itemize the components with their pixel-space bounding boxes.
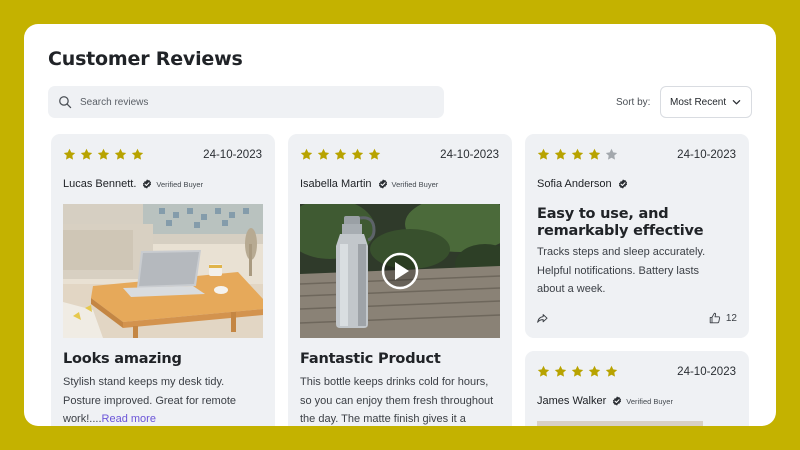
rating-stars (537, 365, 618, 378)
review-date: 24-10-2023 (203, 149, 262, 161)
verified-badge-icon (612, 396, 622, 406)
review-body-line: about a week. (537, 283, 606, 295)
reviews-panel: Customer Reviews Sort by: Most Recent 24… (24, 24, 776, 426)
review-body: Stylish stand keeps my desk tidy. Postur… (63, 373, 236, 426)
reviewer-name: Sofia Anderson (537, 178, 612, 190)
review-body-line: Posture improved. Great for remote (63, 394, 237, 407)
star-filled-icon (571, 148, 584, 160)
review-card: 24-10-2023 Isabella Martin Verified Buye… (288, 134, 512, 426)
review-card: 24-10-2023 Sofia Anderson Easy to use, a… (525, 134, 749, 338)
verified-badge-icon (378, 179, 388, 189)
star-filled-icon (351, 148, 364, 160)
like-count: 12 (725, 312, 737, 324)
like-button[interactable]: 12 (709, 312, 737, 324)
share-icon[interactable] (536, 312, 549, 325)
star-filled-icon (537, 148, 550, 160)
verified-buyer-label: Verified Buyer (156, 179, 204, 189)
star-filled-icon (334, 148, 347, 160)
page-title: Customer Reviews (48, 48, 243, 70)
star-filled-icon (131, 148, 144, 160)
reviewer: James Walker Verified Buyer (537, 395, 673, 407)
search-bar[interactable] (48, 86, 444, 118)
star-filled-icon (605, 365, 618, 377)
review-body: Tracks steps and sleep accurately. Helpf… (537, 243, 705, 299)
chevron-down-icon (732, 98, 741, 107)
verified-badge-icon (142, 179, 152, 189)
star-empty-icon (605, 148, 618, 160)
search-icon (58, 95, 72, 109)
review-body-line: work!.... (63, 413, 102, 425)
verified-buyer-label: Verified Buyer (626, 396, 673, 406)
star-filled-icon (537, 365, 550, 377)
sort-label: Sort by: (616, 97, 651, 108)
rating-stars (63, 148, 144, 161)
review-body-line: the day. The matte finish gives it a (300, 413, 466, 425)
star-filled-icon (554, 365, 567, 377)
review-date: 24-10-2023 (677, 149, 736, 161)
star-filled-icon (554, 148, 567, 160)
rating-stars (537, 148, 618, 161)
reviewer: Sofia Anderson (537, 178, 628, 190)
star-filled-icon (317, 148, 330, 160)
reviewer-name: James Walker (537, 395, 607, 407)
review-card: 24-10-2023 James Walker Verified Buyer (525, 351, 749, 426)
review-body-line: Helpful notifications. Battery lasts (537, 264, 700, 277)
verified-badge-icon (618, 179, 628, 189)
star-filled-icon (588, 365, 601, 377)
review-date: 24-10-2023 (677, 366, 736, 378)
sort-dropdown[interactable]: Most Recent (660, 86, 752, 118)
star-filled-icon (80, 148, 93, 160)
reviewer: Isabella Martin Verified Buyer (300, 178, 438, 190)
reviewer-name: Lucas Bennett. (63, 178, 137, 190)
review-image-partial[interactable] (537, 421, 703, 426)
review-video-water-bottle[interactable] (300, 204, 500, 338)
star-filled-icon (368, 148, 381, 160)
review-card: 24-10-2023 Lucas Bennett. Verified Buyer (51, 134, 275, 426)
review-date: 24-10-2023 (440, 149, 499, 161)
review-body-line: Tracks steps and sleep accurately. (537, 246, 706, 258)
star-filled-icon (63, 148, 76, 160)
review-image-laptop-stand[interactable] (63, 204, 263, 338)
search-input[interactable] (80, 96, 420, 108)
thumbs-up-icon (709, 312, 721, 324)
review-body-line: Stylish stand keeps my desk tidy. (63, 376, 225, 388)
sort-selected-value: Most Recent (670, 96, 727, 108)
review-title: Easy to use, and remarkably effective (537, 206, 704, 239)
star-filled-icon (114, 148, 127, 160)
reviewer-name: Isabella Martin (300, 178, 372, 190)
star-filled-icon (571, 365, 584, 377)
reviewer: Lucas Bennett. Verified Buyer (63, 178, 203, 190)
review-body-line: This bottle keeps drinks cold for hours, (300, 376, 489, 388)
review-title: Looks amazing (63, 351, 182, 367)
review-body: This bottle keeps drinks cold for hours,… (300, 373, 493, 426)
verified-buyer-label: Verified Buyer (391, 179, 439, 189)
star-filled-icon (588, 148, 601, 160)
read-more-link[interactable]: Read more (102, 413, 156, 425)
star-filled-icon (97, 148, 110, 160)
rating-stars (300, 148, 381, 161)
review-title: Fantastic Product (300, 351, 441, 367)
review-body-line: so you can enjoy them fresh throughout (300, 394, 494, 407)
star-filled-icon (300, 148, 313, 160)
